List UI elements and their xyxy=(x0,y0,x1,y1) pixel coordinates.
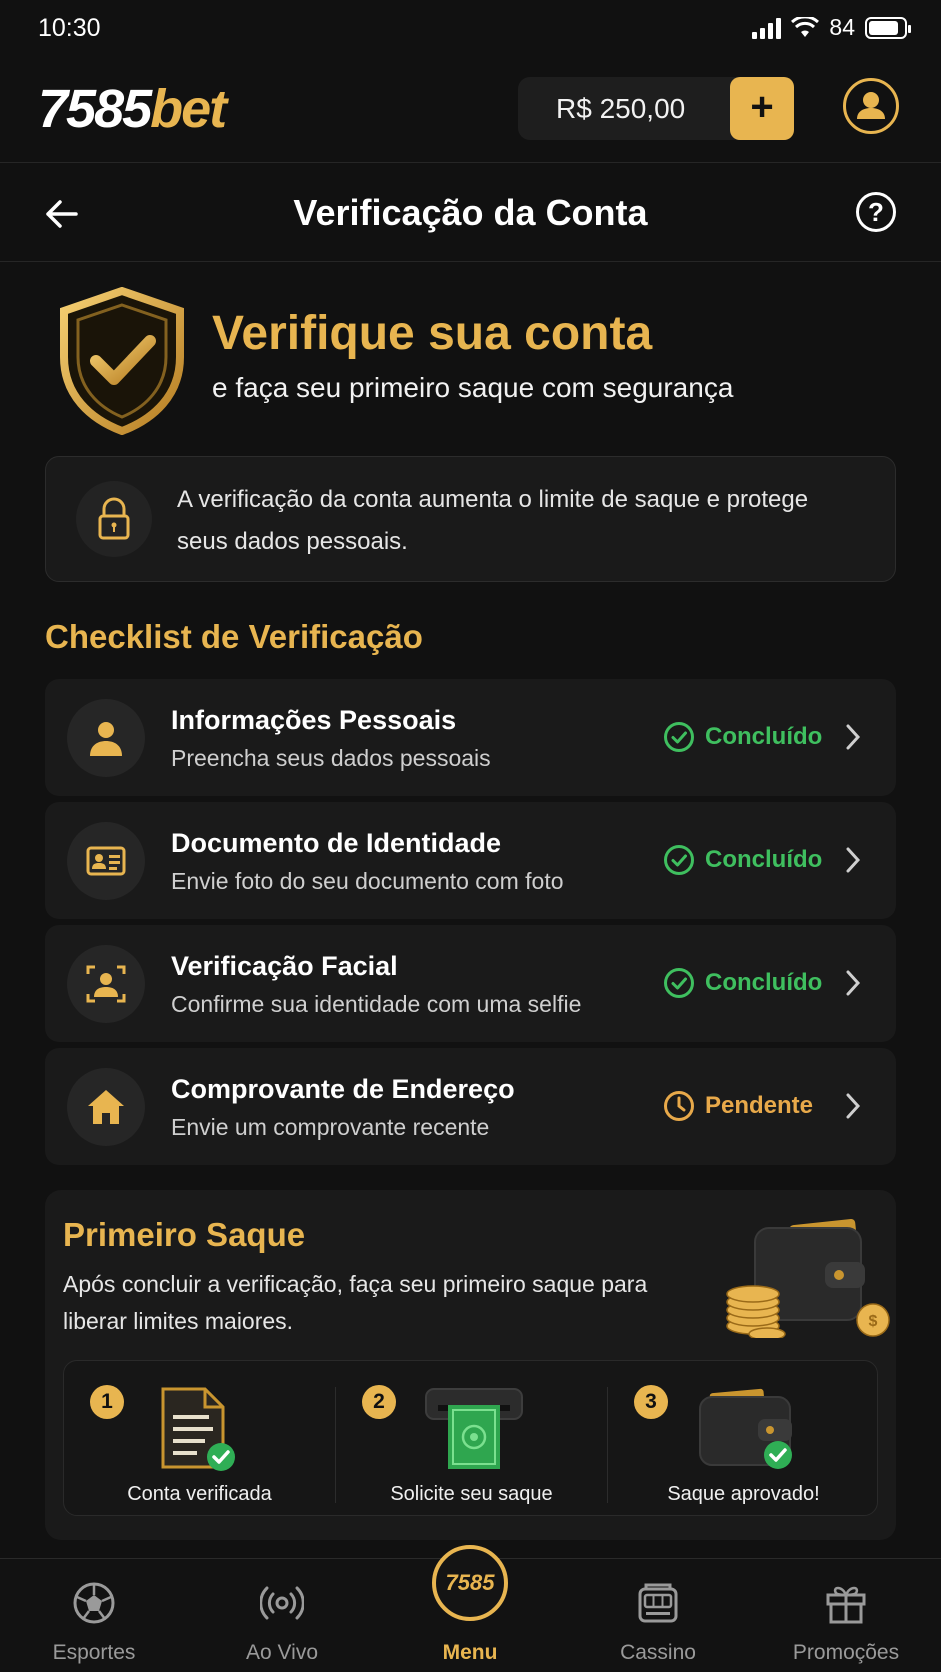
page-header: Verificação da Conta ? xyxy=(0,164,941,262)
item-subtitle: Confirme sua identidade com uma selfie xyxy=(171,991,582,1017)
user-icon xyxy=(857,92,885,119)
item-subtitle: Envie foto do seu documento com foto xyxy=(171,868,564,894)
check-circle-icon xyxy=(664,722,694,752)
lock-icon xyxy=(98,497,130,540)
checklist-item-proof-of-address[interactable]: Comprovante de Endereço Envie um comprov… xyxy=(45,1048,896,1165)
soccer-ball-icon xyxy=(73,1582,115,1624)
chevron-right-icon xyxy=(846,847,861,873)
balance-amount: R$ 250,00 xyxy=(556,93,686,124)
status-done: Concluído xyxy=(663,721,822,753)
status-time: 10:30 xyxy=(38,14,101,42)
clock-icon xyxy=(664,1091,694,1121)
bottom-nav: Esportes Ao Vivo 7585 Menu Cassino Promo… xyxy=(0,1545,941,1672)
face-scan-icon xyxy=(86,965,126,1003)
item-title: Comprovante de Endereço xyxy=(171,1074,515,1104)
status-bar: 10:30 84 xyxy=(0,0,941,60)
balance-box[interactable]: R$ 250,00 + xyxy=(518,77,794,140)
slot-machine-icon xyxy=(638,1583,678,1623)
item-subtitle: Envie um comprovante recente xyxy=(171,1114,490,1140)
info-text: A verificação da conta aumenta o limite … xyxy=(177,486,809,555)
check-circle-icon xyxy=(664,968,694,998)
nav-label: Menu xyxy=(442,1641,498,1664)
lock-icon-wrap xyxy=(76,481,152,557)
nav-cassino[interactable]: Cassino xyxy=(564,1559,752,1672)
check-circle-icon xyxy=(664,845,694,875)
profile-button[interactable] xyxy=(843,78,899,134)
first-withdraw-card: Primeiro Saque Após concluir a verificaç… xyxy=(45,1190,896,1540)
svg-text:$: $ xyxy=(869,1313,878,1330)
signal-icon xyxy=(752,17,782,39)
status-label: Concluído xyxy=(705,846,823,873)
menu-logo-icon: 7585 xyxy=(432,1545,508,1621)
item-title: Informações Pessoais xyxy=(171,705,457,735)
document-check-icon xyxy=(161,1387,235,1471)
nav-label: Ao Vivo xyxy=(246,1641,318,1664)
chevron-right-icon xyxy=(846,970,861,996)
chevron-right-icon xyxy=(846,724,861,750)
nav-label: Promoções xyxy=(792,1641,900,1664)
status-done: Concluído xyxy=(663,967,822,999)
step-number: 3 xyxy=(634,1385,668,1419)
step-3: 3 Saque aprovado! xyxy=(608,1361,879,1517)
person-icon xyxy=(90,722,122,756)
withdraw-steps: 1 Conta verificada 2 Solicite seu saque … xyxy=(63,1360,878,1516)
nav-menu[interactable]: 7585 Menu xyxy=(376,1545,564,1672)
step-number: 2 xyxy=(362,1385,396,1419)
nav-esportes[interactable]: Esportes xyxy=(0,1559,188,1672)
info-box: A verificação da conta aumenta o limite … xyxy=(45,456,896,582)
checklist-item-id-document[interactable]: Documento de Identidade Envie foto do se… xyxy=(45,802,896,919)
wallet-check-icon xyxy=(699,1388,792,1469)
wallet-coins-illustration: $ xyxy=(726,1219,890,1338)
hero-subtitle: e faça seu primeiro saque com segurança xyxy=(212,372,734,403)
step-label: Conta verificada xyxy=(127,1483,272,1505)
status-pending: Pendente xyxy=(663,1090,813,1122)
nav-label: Cassino xyxy=(620,1641,696,1664)
page-title: Verificação da Conta xyxy=(293,192,648,233)
deposit-button[interactable]: + xyxy=(730,77,794,140)
item-subtitle: Preencha seus dados pessoais xyxy=(171,745,491,771)
hero-title: Verifique sua conta xyxy=(212,307,653,360)
status-label: Concluído xyxy=(705,969,823,996)
gift-icon xyxy=(826,1586,866,1624)
item-title: Verificação Facial xyxy=(171,951,398,981)
step-label: Solicite seu saque xyxy=(390,1483,553,1505)
step-2: 2 Solicite seu saque xyxy=(336,1361,607,1517)
step-number: 1 xyxy=(90,1385,124,1419)
top-bar: 7585bet R$ 250,00 + xyxy=(0,60,941,163)
wifi-icon xyxy=(791,16,820,37)
logo-number: 7585 xyxy=(38,79,152,139)
checklist-item-facial-verification[interactable]: Verificação Facial Confirme sua identida… xyxy=(45,925,896,1042)
cash-atm-icon xyxy=(425,1388,523,1469)
icon-circle xyxy=(67,822,145,900)
brand-logo[interactable]: 7585bet xyxy=(38,79,227,139)
step-1: 1 Conta verificada xyxy=(64,1361,335,1517)
shield-check-icon xyxy=(60,287,184,435)
icon-circle xyxy=(67,699,145,777)
help-button[interactable]: ? xyxy=(856,192,896,232)
nav-label: Esportes xyxy=(52,1641,136,1664)
live-broadcast-icon xyxy=(260,1586,304,1620)
chevron-right-icon xyxy=(846,1093,861,1119)
status-icons: 84 xyxy=(752,14,911,41)
status-done: Concluído xyxy=(663,844,822,876)
step-label: Saque aprovado! xyxy=(667,1483,820,1505)
icon-circle xyxy=(67,1068,145,1146)
nav-promocoes[interactable]: Promoções xyxy=(752,1559,940,1672)
id-card-icon xyxy=(86,846,126,876)
logo-suffix: bet xyxy=(150,79,227,139)
nav-ao-vivo[interactable]: Ao Vivo xyxy=(188,1559,376,1672)
status-label: Pendente xyxy=(705,1092,814,1119)
first-withdraw-title: Primeiro Saque xyxy=(63,1216,306,1253)
home-icon xyxy=(88,1090,124,1124)
icon-circle xyxy=(67,945,145,1023)
first-withdraw-description: Após concluir a verificação, faça seu pr… xyxy=(63,1271,648,1334)
item-title: Documento de Identidade xyxy=(171,828,502,858)
battery-level: 84 xyxy=(829,14,855,40)
battery-icon xyxy=(865,16,911,39)
status-label: Concluído xyxy=(705,723,823,750)
checklist-item-personal-info[interactable]: Informações Pessoais Preencha seus dados… xyxy=(45,679,896,796)
checklist-title: Checklist de Verificação xyxy=(45,618,423,655)
